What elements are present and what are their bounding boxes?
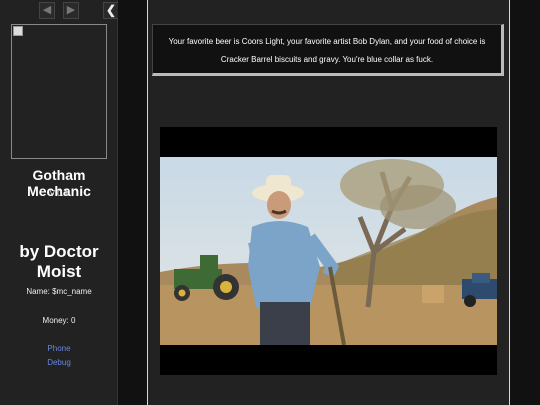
narration-text: Your favorite beer is Coors Light, your … xyxy=(168,37,486,64)
player-name-stat: Name: $mc_name xyxy=(26,287,92,296)
arrow-left-icon: ◀ xyxy=(42,4,52,16)
money-stat: Money: 0 xyxy=(42,316,76,325)
scene-image xyxy=(160,127,497,375)
left-gutter xyxy=(118,0,147,405)
sidebar-collapse-button[interactable]: ❮ xyxy=(103,2,119,19)
right-gutter xyxy=(510,0,540,405)
story-version: V 0.1 xyxy=(49,189,69,198)
story-banner-image xyxy=(11,24,107,159)
ui-sidebar: ◀ ▶ ❮ Gotham Mechanic V 0.1 by Doctor Mo… xyxy=(0,0,119,405)
broken-image-icon xyxy=(13,26,23,36)
narration-box: Your favorite beer is Coors Light, your … xyxy=(152,24,504,76)
menu-link-debug[interactable]: Debug xyxy=(0,358,118,367)
history-back-button[interactable]: ◀ xyxy=(39,2,55,19)
scene-illustration xyxy=(160,157,497,345)
menu-link-phone[interactable]: Phone xyxy=(0,344,118,353)
story-author: by Doctor Moist xyxy=(19,242,99,281)
arrow-right-icon: ▶ xyxy=(66,4,76,16)
chevron-left-icon: ❮ xyxy=(105,3,117,17)
history-forward-button[interactable]: ▶ xyxy=(63,2,79,19)
